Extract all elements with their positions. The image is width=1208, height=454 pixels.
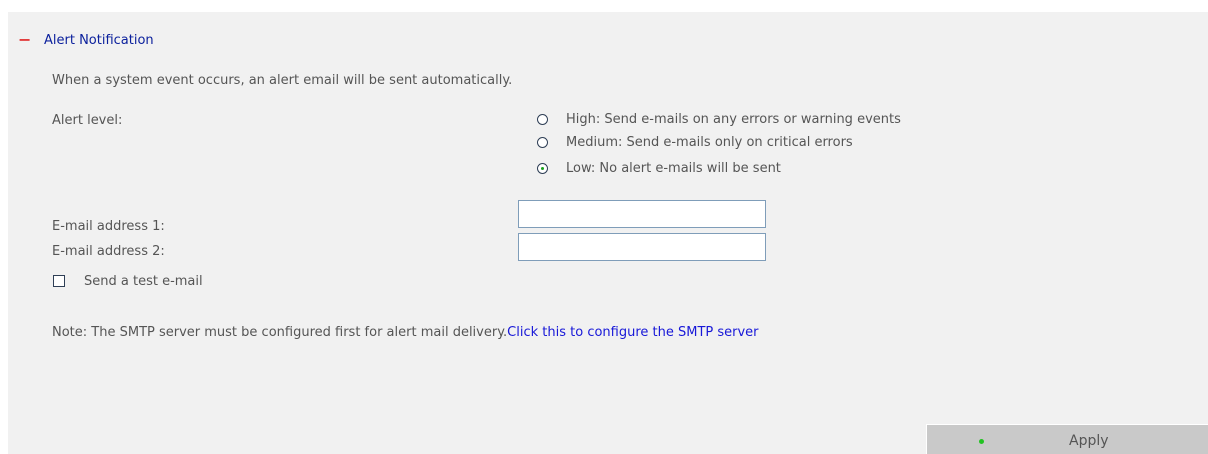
email-address-1-input[interactable] <box>518 200 766 228</box>
header-strip <box>0 0 1208 12</box>
smtp-note-text: Note: The SMTP server must be configured… <box>52 325 508 340</box>
apply-button[interactable]: Apply <box>926 424 1208 454</box>
section-title: Alert Notification <box>44 32 154 48</box>
section-header-alert-notification[interactable]: − Alert Notification <box>18 30 154 50</box>
send-test-email-checkbox[interactable] <box>53 275 65 287</box>
apply-button-label: Apply <box>1069 433 1109 449</box>
configure-smtp-link[interactable]: Click this to configure the SMTP server <box>507 325 758 340</box>
alert-option-high[interactable]: High: Send e-mails on any errors or warn… <box>537 112 901 127</box>
alert-option-high-label: High: Send e-mails on any errors or warn… <box>566 112 901 127</box>
status-dot-icon <box>979 439 984 444</box>
collapse-minus-icon[interactable]: − <box>18 32 32 48</box>
radio-low[interactable] <box>537 163 548 174</box>
email-address-2-input[interactable] <box>518 233 766 261</box>
email-address-1-label: E-mail address 1: <box>52 219 165 234</box>
alert-option-low-label: Low: No alert e-mails will be sent <box>566 161 781 176</box>
radio-high[interactable] <box>537 114 548 125</box>
alert-option-medium[interactable]: Medium: Send e-mails only on critical er… <box>537 135 853 150</box>
alert-level-label: Alert level: <box>52 113 123 128</box>
smtp-note: Note: The SMTP server must be configured… <box>52 325 759 340</box>
email-address-2-label: E-mail address 2: <box>52 244 165 259</box>
alert-option-low[interactable]: Low: No alert e-mails will be sent <box>537 161 781 176</box>
radio-medium[interactable] <box>537 137 548 148</box>
alert-notification-panel: − Alert Notification When a system event… <box>8 12 1208 454</box>
alert-option-medium-label: Medium: Send e-mails only on critical er… <box>566 135 853 150</box>
section-description: When a system event occurs, an alert ema… <box>52 73 513 88</box>
send-test-email-label[interactable]: Send a test e-mail <box>84 274 203 289</box>
